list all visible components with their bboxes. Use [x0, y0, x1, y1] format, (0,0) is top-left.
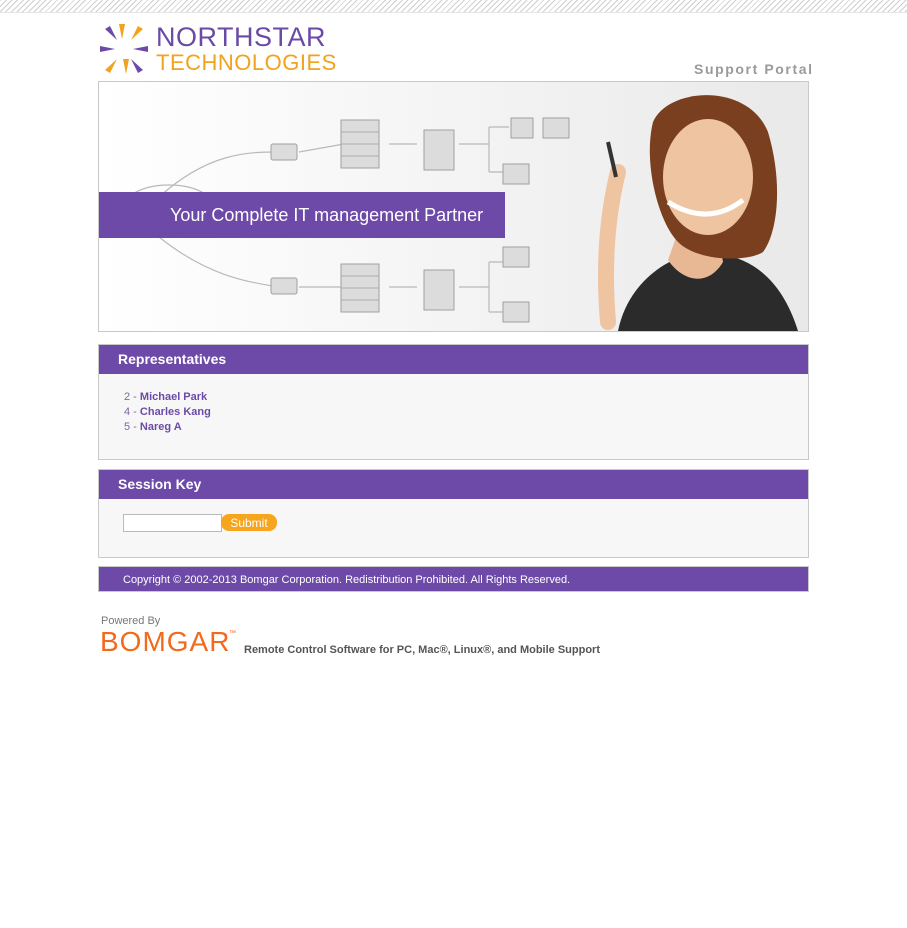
submit-button[interactable]: Submit — [221, 514, 277, 531]
hero-banner: Your Complete IT management Partner — [98, 81, 809, 332]
company-logo[interactable]: NORTHSTAR TECHNOLOGIES — [98, 22, 338, 78]
svg-text:™: ™ — [229, 630, 236, 637]
rep-number: 5 - — [124, 421, 140, 433]
session-key-title: Session Key — [99, 470, 808, 499]
top-stripe — [0, 0, 907, 13]
bomgar-tagline: Remote Control Software for PC, Mac®, Li… — [244, 644, 601, 656]
list-item: 5 - Nareg A — [124, 420, 808, 435]
star-logo-icon — [100, 24, 148, 74]
list-item: 2 - Michael Park — [124, 390, 808, 405]
person-image — [598, 95, 798, 331]
rep-number: 2 - — [124, 391, 140, 403]
representatives-panel: Representatives 2 - Michael Park 4 - Cha… — [98, 344, 809, 460]
rep-number: 4 - — [124, 406, 140, 418]
rep-link[interactable]: Nareg A — [140, 421, 182, 433]
session-key-input[interactable] — [123, 514, 222, 532]
brand-subname: TECHNOLOGIES — [156, 50, 337, 75]
representatives-list: 2 - Michael Park 4 - Charles Kang 5 - Na… — [99, 374, 808, 435]
brand-name: NORTHSTAR — [156, 22, 327, 52]
rep-link[interactable]: Michael Park — [140, 391, 207, 403]
copyright-bar: Copyright © 2002-2013 Bomgar Corporation… — [98, 566, 809, 592]
bomgar-logo[interactable]: BOMGAR ™ — [99, 624, 239, 656]
representatives-title: Representatives — [99, 345, 808, 374]
rep-link[interactable]: Charles Kang — [140, 406, 211, 418]
portal-title: Support Portal — [694, 61, 814, 77]
session-key-panel: Session Key Submit — [98, 469, 809, 558]
banner-tagline: Your Complete IT management Partner — [99, 192, 505, 238]
svg-text:BOMGAR: BOMGAR — [100, 626, 230, 656]
list-item: 4 - Charles Kang — [124, 405, 808, 420]
